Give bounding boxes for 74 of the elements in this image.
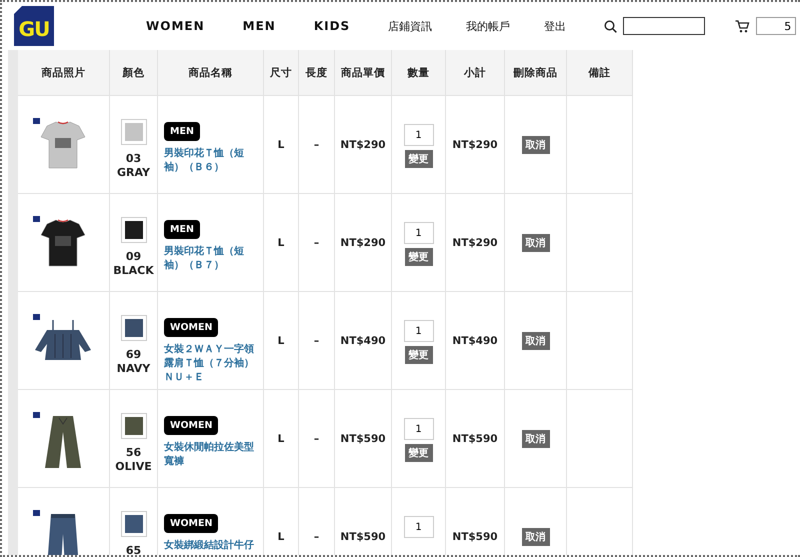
product-link[interactable]: 女裝２ＷＡＹ一字領露肩Ｔ恤（７分袖）ＮＵ＋Ｅ — [164, 343, 259, 385]
table-cell: NT$590 — [340, 530, 386, 542]
column-header: 小計 — [446, 50, 505, 96]
cancel-button[interactable]: 取消 — [522, 332, 550, 350]
nav-link[interactable]: 登出 — [544, 18, 566, 34]
table-cell: NT$590 — [452, 530, 498, 542]
column-header: 長度 — [299, 50, 335, 96]
color-name: NAVY — [116, 362, 150, 376]
quantity-field[interactable]: 1 — [404, 124, 434, 146]
table-cell: NT$290 — [452, 236, 498, 248]
quantity-field[interactable]: 1 — [404, 320, 434, 342]
color-name: OLIVE — [115, 460, 152, 474]
table-cell: NT$290 — [340, 138, 386, 150]
nav-link[interactable]: MEN — [242, 19, 276, 33]
table-cell: L — [278, 334, 284, 346]
category-tag: WOMEN — [164, 514, 218, 533]
product-link[interactable]: 男裝印花Ｔ恤（短袖）（Ｂ６） — [164, 147, 259, 175]
column-header: 商品名稱 — [158, 50, 264, 96]
search-field[interactable] — [623, 17, 706, 35]
product-link[interactable]: 女裝休閒帕拉佐美型寬褲 — [164, 441, 259, 469]
nav-link[interactable]: 我的帳戶 — [466, 18, 510, 34]
update-button[interactable]: 變更 — [404, 248, 432, 266]
nav-link[interactable]: 店鋪資訊 — [388, 18, 432, 34]
update-button[interactable]: 變更 — [404, 346, 432, 364]
category-tag: MEN — [164, 122, 200, 141]
product-link[interactable]: 女裝綁緞結設計牛仔 — [164, 539, 254, 553]
table-cell: – — [314, 236, 320, 248]
color-name: BLACK — [113, 264, 154, 278]
update-button[interactable]: 變更 — [404, 444, 432, 462]
table-cell: NT$490 — [452, 334, 498, 346]
table-cell: NT$290 — [452, 138, 498, 150]
product-link[interactable]: 男裝印花Ｔ恤（短袖）（Ｂ７） — [164, 245, 259, 273]
logo[interactable]: GU — [14, 6, 54, 46]
column-header: 數量 — [392, 50, 446, 96]
nav-link[interactable]: KIDS — [314, 19, 350, 33]
quantity-field[interactable]: 1 — [404, 418, 434, 440]
table-cell: L — [278, 432, 284, 444]
color-code: 65 — [126, 544, 142, 555]
column-header: 尺寸 — [264, 50, 299, 96]
table-cell: L — [278, 236, 284, 248]
table-cell: L — [278, 138, 284, 150]
table-cell: L — [278, 530, 284, 542]
cancel-button[interactable]: 取消 — [522, 234, 550, 252]
table-cell: NT$490 — [340, 334, 386, 346]
column-header: 商品單價 — [335, 50, 392, 96]
column-header: 商品照片 — [18, 50, 110, 96]
category-tag: WOMEN — [164, 416, 218, 435]
table-cell: NT$590 — [452, 432, 498, 444]
cancel-button[interactable]: 取消 — [522, 430, 550, 448]
column-header: 備註 — [567, 50, 633, 96]
color-code: 03 — [126, 152, 142, 166]
update-button[interactable]: 變更 — [404, 150, 432, 168]
category-tag: WOMEN — [164, 318, 218, 337]
column-header: 顏色 — [110, 50, 158, 96]
color-name: GRAY — [117, 166, 150, 180]
cart-icon[interactable] — [735, 20, 750, 32]
nav-link[interactable]: WOMEN — [146, 19, 205, 33]
quantity-field[interactable]: 1 — [404, 516, 434, 538]
cart-count-field[interactable]: 5 — [756, 17, 796, 35]
category-tag: MEN — [164, 220, 200, 239]
table-cell: NT$290 — [340, 236, 386, 248]
color-code: 09 — [126, 250, 142, 264]
column-header: 刪除商品 — [505, 50, 567, 96]
cancel-button[interactable]: 取消 — [522, 136, 550, 154]
quantity-field[interactable]: 1 — [404, 222, 434, 244]
table-cell: – — [314, 432, 320, 444]
color-code: 56 — [126, 446, 142, 460]
table-cell: – — [314, 530, 320, 542]
search-icon[interactable] — [604, 20, 618, 32]
table-cell: – — [314, 334, 320, 346]
table-cell: – — [314, 138, 320, 150]
table-cell: NT$590 — [340, 432, 386, 444]
cancel-button[interactable]: 取消 — [522, 528, 550, 546]
color-code: 69 — [126, 348, 142, 362]
